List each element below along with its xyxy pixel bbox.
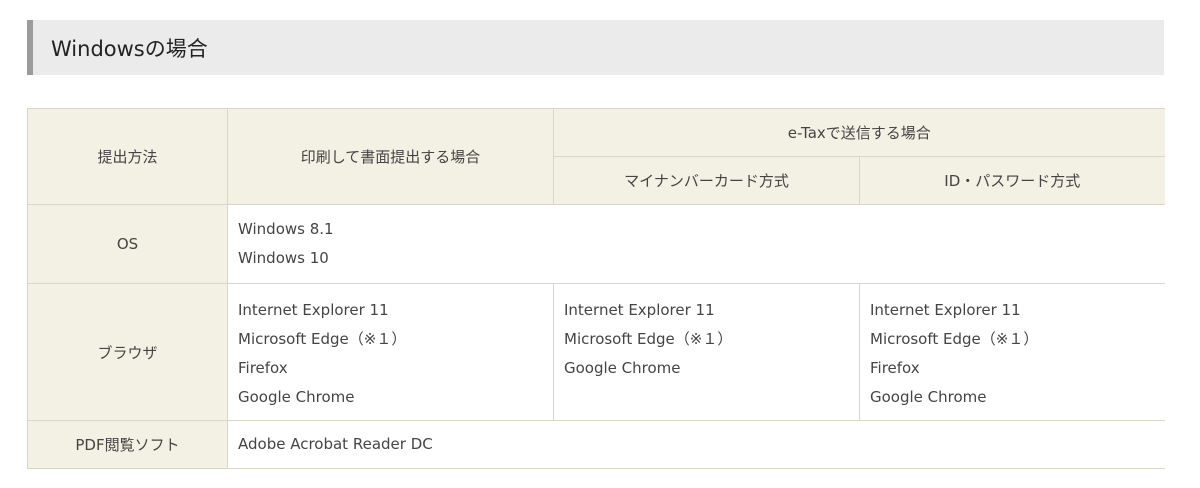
- browser-item: Microsoft Edge（※１）: [870, 330, 1039, 348]
- browser-item: Google Chrome: [564, 359, 681, 377]
- header-submission-method: 提出方法: [27, 108, 228, 205]
- browser-item: Firefox: [870, 359, 920, 377]
- pdf-viewer-cell: Adobe Acrobat Reader DC: [226, 420, 1165, 469]
- browser-idpass-cell: Internet Explorer 11 Microsoft Edge（※１） …: [858, 283, 1165, 421]
- section-heading: Windowsの場合: [27, 20, 1164, 75]
- row-label-pdf-viewer: PDF閲覧ソフト: [27, 420, 228, 469]
- browser-item: Internet Explorer 11: [870, 301, 1021, 319]
- os-item: Windows 10: [238, 249, 329, 267]
- row-label-os: OS: [27, 204, 228, 284]
- browser-item: Internet Explorer 11: [238, 301, 389, 319]
- header-print-submission: 印刷して書面提出する場合: [227, 108, 554, 205]
- browser-item: Microsoft Edge（※１）: [564, 330, 733, 348]
- environment-table: 提出方法 印刷して書面提出する場合 e-Taxで送信する場合 マイナンバーカード…: [27, 108, 1165, 469]
- header-etax: e-Taxで送信する場合: [552, 108, 1165, 157]
- browser-mynumber-cell: Internet Explorer 11 Microsoft Edge（※１） …: [553, 283, 860, 421]
- os-item: Windows 8.1: [238, 220, 334, 238]
- browser-print-cell: Internet Explorer 11 Microsoft Edge（※１） …: [227, 283, 554, 421]
- browser-item: Firefox: [238, 359, 288, 377]
- browser-item: Internet Explorer 11: [564, 301, 715, 319]
- header-mynumber-card: マイナンバーカード方式: [553, 156, 860, 205]
- browser-item: Microsoft Edge（※１）: [238, 330, 407, 348]
- section-heading-text: Windowsの場合: [51, 36, 208, 61]
- browser-item: Google Chrome: [238, 388, 355, 406]
- browser-item: Google Chrome: [870, 388, 987, 406]
- pdf-viewer-value: Adobe Acrobat Reader DC: [238, 435, 433, 453]
- header-id-password: ID・パスワード方式: [858, 156, 1165, 205]
- os-cell: Windows 8.1 Windows 10: [226, 204, 1165, 284]
- row-label-browser: ブラウザ: [27, 283, 228, 421]
